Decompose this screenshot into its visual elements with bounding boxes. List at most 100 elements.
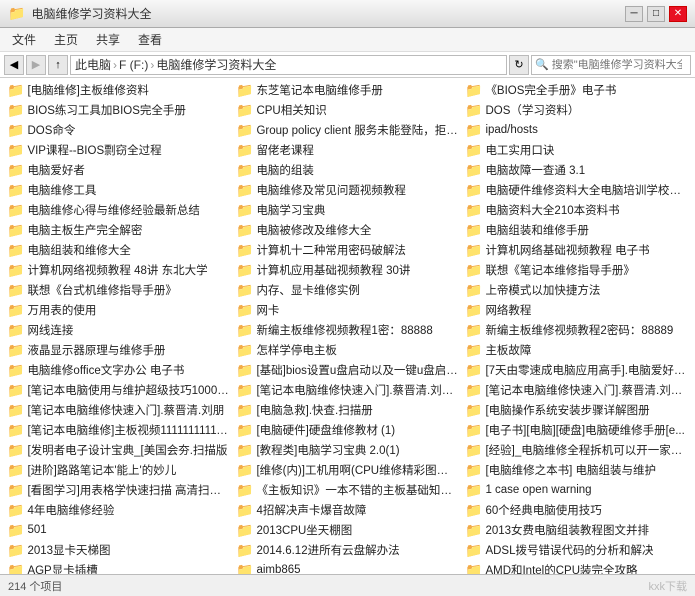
file-item[interactable]: 📁电脑组装和维修手册 <box>462 220 691 240</box>
file-item[interactable]: 📁电工实用口诀 <box>462 140 691 160</box>
file-item[interactable]: 📁[电脑维修之本书] 电脑组装与维护 <box>462 460 691 480</box>
nav-forward-button[interactable]: ▶ <box>26 55 46 75</box>
file-item[interactable]: 📁[笔记本电脑维修快速入门].蔡晋清.刘朋(4) <box>462 380 691 400</box>
file-item[interactable]: 📁AGP显卡插槽 <box>4 560 233 574</box>
file-item[interactable]: 📁[看图学习]用表格学快速扫描 高清扫描... <box>4 480 233 500</box>
file-item[interactable]: 📁电脑维修心得与维修经验最新总结 <box>4 200 233 220</box>
file-item[interactable]: 📁2013女费电脑组装教程图文并排 <box>462 520 691 540</box>
menu-share[interactable]: 共享 <box>88 29 128 50</box>
nav-back-button[interactable]: ◀ <box>4 55 24 75</box>
file-item[interactable]: 📁电脑爱好者 <box>4 160 233 180</box>
file-item[interactable]: 📁电脑学习宝典 <box>233 200 462 220</box>
path-pc[interactable]: 此电脑 <box>75 56 111 73</box>
file-item[interactable]: 📁[笔记本电脑维修]主板视频11111111111(1)(3) <box>4 420 233 440</box>
file-item[interactable]: 📁网线连接 <box>4 320 233 340</box>
file-item[interactable]: 📁电脑维修office文字办公 电子书 <box>4 360 233 380</box>
menu-view[interactable]: 查看 <box>130 29 170 50</box>
file-item[interactable]: 📁内存、显卡维修实例 <box>233 280 462 300</box>
maximize-button[interactable]: □ <box>647 6 665 22</box>
file-item[interactable]: 📁主板故障 <box>462 340 691 360</box>
file-item[interactable]: 📁电脑故障一查通 3.1 <box>462 160 691 180</box>
file-item[interactable]: 📁2013CPU坐天棚图 <box>233 520 462 540</box>
file-item[interactable]: 📁电脑硬件维修资料大全电脑培训学校专用 <box>462 180 691 200</box>
file-item[interactable]: 📁[笔记本电脑使用与维护超级技巧1000例]... <box>4 380 233 400</box>
file-item[interactable]: 📁2013显卡天梯图 <box>4 540 233 560</box>
file-item[interactable]: 📁电脑主板生产完全解密 <box>4 220 233 240</box>
file-item[interactable]: 📁ADSL拨号错误代码的分析和解决 <box>462 540 691 560</box>
path-folder[interactable]: 电脑维修学习资料大全 <box>156 56 276 73</box>
file-item[interactable]: 📁计算机十二种常用密码破解法 <box>233 240 462 260</box>
file-name: [笔记本电脑维修]主板视频11111111111(1)(3) <box>27 422 230 438</box>
file-item[interactable]: 📁留佬老课程 <box>233 140 462 160</box>
window-title: 电脑维修学习资料大全 <box>31 5 625 22</box>
file-item[interactable]: 📁60个经典电脑使用技巧 <box>462 500 691 520</box>
file-item[interactable]: 📁[电脑操作系统安装步骤详解图册 <box>462 400 691 420</box>
file-item[interactable]: 📁[发明者电子设计宝典_[美国会夯.扫描版 <box>4 440 233 460</box>
file-item[interactable]: 📁电脑组装和维修大全 <box>4 240 233 260</box>
file-item[interactable]: 📁[笔记本电脑维修快速入门].蔡晋清.刘朋 <box>4 400 233 420</box>
file-name: 计算机网络基础视频教程 电子书 <box>485 242 649 258</box>
path-drive[interactable]: F (F:) <box>119 58 148 72</box>
file-item[interactable]: 📁VIP课程--BIOS剽窃全过程 <box>4 140 233 160</box>
file-item[interactable]: 📁AMD和Intel的CPU装完全攻略 <box>462 560 691 574</box>
file-item[interactable]: 📁计算机应用基础视频教程 30讲 <box>233 260 462 280</box>
search-box[interactable]: 🔍 <box>531 55 691 75</box>
file-item[interactable]: 📁新编主板维修视频教程2密码：88889 <box>462 320 691 340</box>
file-item[interactable]: 📁网络教程 <box>462 300 691 320</box>
file-item[interactable]: 📁液晶显示器原理与维修手册 <box>4 340 233 360</box>
file-item[interactable]: 📁2014.6.12进所有云盘解办法 <box>233 540 462 560</box>
refresh-button[interactable]: ↻ <box>509 55 529 75</box>
file-item[interactable]: 📁[电脑硬件]硬盘维修教材 (1) <box>233 420 462 440</box>
file-item[interactable]: 📁Group policy client 服务未能登陆，拒绝... <box>233 120 462 140</box>
window-controls[interactable]: ─ □ ✕ <box>625 6 687 22</box>
minimize-button[interactable]: ─ <box>625 6 643 22</box>
menu-home[interactable]: 主页 <box>46 29 86 50</box>
file-item[interactable]: 📁联想《台式机维修指导手册》 <box>4 280 233 300</box>
file-item[interactable]: 📁电脑被修改及维修大全 <box>233 220 462 240</box>
file-item[interactable]: 📁[笔记本电脑维修快速入门].蔡晋清.刘朋(1) <box>233 380 462 400</box>
file-item[interactable]: 📁《BIOS完全手册》电子书 <box>462 80 691 100</box>
folder-icon: 📁 <box>7 403 24 417</box>
file-name: DOS（学习资料） <box>485 102 579 118</box>
file-item[interactable]: 📁上帝模式以加快捷方法 <box>462 280 691 300</box>
file-item[interactable]: 📁[电脑急救].快查.扫描册 <box>233 400 462 420</box>
file-item[interactable]: 📁ipad/hosts <box>462 120 691 140</box>
address-path[interactable]: 此电脑 › F (F:) › 电脑维修学习资料大全 <box>70 55 507 75</box>
search-input[interactable] <box>552 59 682 71</box>
file-item[interactable]: 📁DOS命令 <box>4 120 233 140</box>
file-item[interactable]: 📁电脑资料大全210本资料书 <box>462 200 691 220</box>
file-item[interactable]: 📁aimb865 <box>233 560 462 574</box>
file-item[interactable]: 📁501 <box>4 520 233 540</box>
file-item[interactable]: 📁计算机网络基础视频教程 电子书 <box>462 240 691 260</box>
file-item[interactable]: 📁[经验]_电脑维修全程拆机可以开一家自己... <box>462 440 691 460</box>
file-item[interactable]: 📁电脑的组装 <box>233 160 462 180</box>
file-item[interactable]: 📁CPU相关知识 <box>233 100 462 120</box>
file-item[interactable]: 📁新编主板维修视频教程1密：88888 <box>233 320 462 340</box>
file-item[interactable]: 📁4年电脑维修经验 <box>4 500 233 520</box>
file-item[interactable]: 📁BIOS练习工具加BIOS完全手册 <box>4 100 233 120</box>
folder-icon: 📁 <box>7 383 24 397</box>
file-item[interactable]: 📁电脑维修及常见问题视频教程 <box>233 180 462 200</box>
file-item[interactable]: 📁[维修(内)]工机用啊(CPU维修精彩图解 2005) <box>233 460 462 480</box>
file-item[interactable]: 📁网卡 <box>233 300 462 320</box>
file-item[interactable]: 📁电脑维修工具 <box>4 180 233 200</box>
file-item[interactable]: 📁东芝笔记本电脑维修手册 <box>233 80 462 100</box>
close-button[interactable]: ✕ <box>669 6 687 22</box>
file-item[interactable]: 📁计算机网络视频教程 48讲 东北大学 <box>4 260 233 280</box>
file-item[interactable]: 📁[电脑维修]主板维修资料 <box>4 80 233 100</box>
file-name: ADSL拨号错误代码的分析和解决 <box>485 542 653 558</box>
file-item[interactable]: 📁[基础]bios设置u盘启动以及一键u盘启动... <box>233 360 462 380</box>
file-item[interactable]: 📁DOS（学习资料） <box>462 100 691 120</box>
file-item[interactable]: 📁[教程类]电脑学习宝典 2.0(1) <box>233 440 462 460</box>
nav-up-button[interactable]: ↑ <box>48 55 68 75</box>
file-item[interactable]: 📁1 case open warning <box>462 480 691 500</box>
file-item[interactable]: 📁[7天由零速成电脑应用高手].电脑爱好者... <box>462 360 691 380</box>
file-item[interactable]: 📁怎样学停电主板 <box>233 340 462 360</box>
file-item[interactable]: 📁万用表的使用 <box>4 300 233 320</box>
menu-file[interactable]: 文件 <box>4 29 44 50</box>
file-item[interactable]: 📁《主板知识》一本不错的主板基础知识只书... <box>233 480 462 500</box>
file-item[interactable]: 📁4招解决声卡爆音故障 <box>233 500 462 520</box>
file-item[interactable]: 📁[进阶]路路笔记本'能上'的妙儿 <box>4 460 233 480</box>
file-item[interactable]: 📁联想《笔记本维修指导手册》 <box>462 260 691 280</box>
file-item[interactable]: 📁[电子书][电脑][硬盘]电脑硬维修手册[e... <box>462 420 691 440</box>
